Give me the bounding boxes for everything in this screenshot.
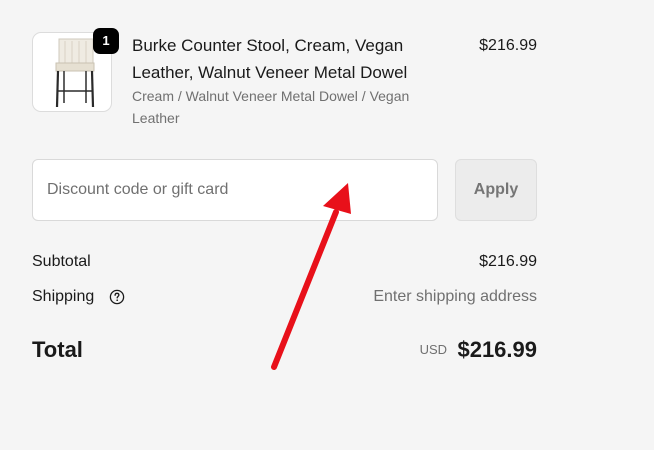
discount-code-input[interactable] (32, 159, 438, 221)
subtotal-value: $216.99 (479, 253, 537, 270)
total-label: Total (32, 337, 83, 362)
apply-discount-button[interactable]: Apply (455, 159, 537, 221)
subtotal-label: Subtotal (32, 253, 91, 270)
total-row: Total USD $216.99 (32, 334, 537, 366)
shipping-value: Enter shipping address (373, 288, 537, 305)
cart-line-item: 1 Burke Counter Stool, Cream, Vegan Leat… (32, 28, 537, 132)
quantity-badge: 1 (93, 28, 119, 54)
product-price: $216.99 (479, 37, 537, 54)
shipping-row: Shipping Enter shipping address (32, 285, 537, 309)
question-circle-icon[interactable] (109, 289, 125, 305)
product-title: Burke Counter Stool, Cream, Vegan Leathe… (132, 36, 408, 82)
total-currency: USD (419, 342, 448, 357)
shipping-label: Shipping (32, 288, 95, 305)
product-variant: Cream / Walnut Veneer Metal Dowel / Vega… (132, 88, 410, 126)
subtotal-row: Subtotal $216.99 (32, 250, 537, 274)
product-thumbnail-wrapper: 1 (32, 28, 119, 112)
total-value: $216.99 (457, 337, 537, 362)
total-price-group: USD $216.99 (420, 334, 537, 366)
